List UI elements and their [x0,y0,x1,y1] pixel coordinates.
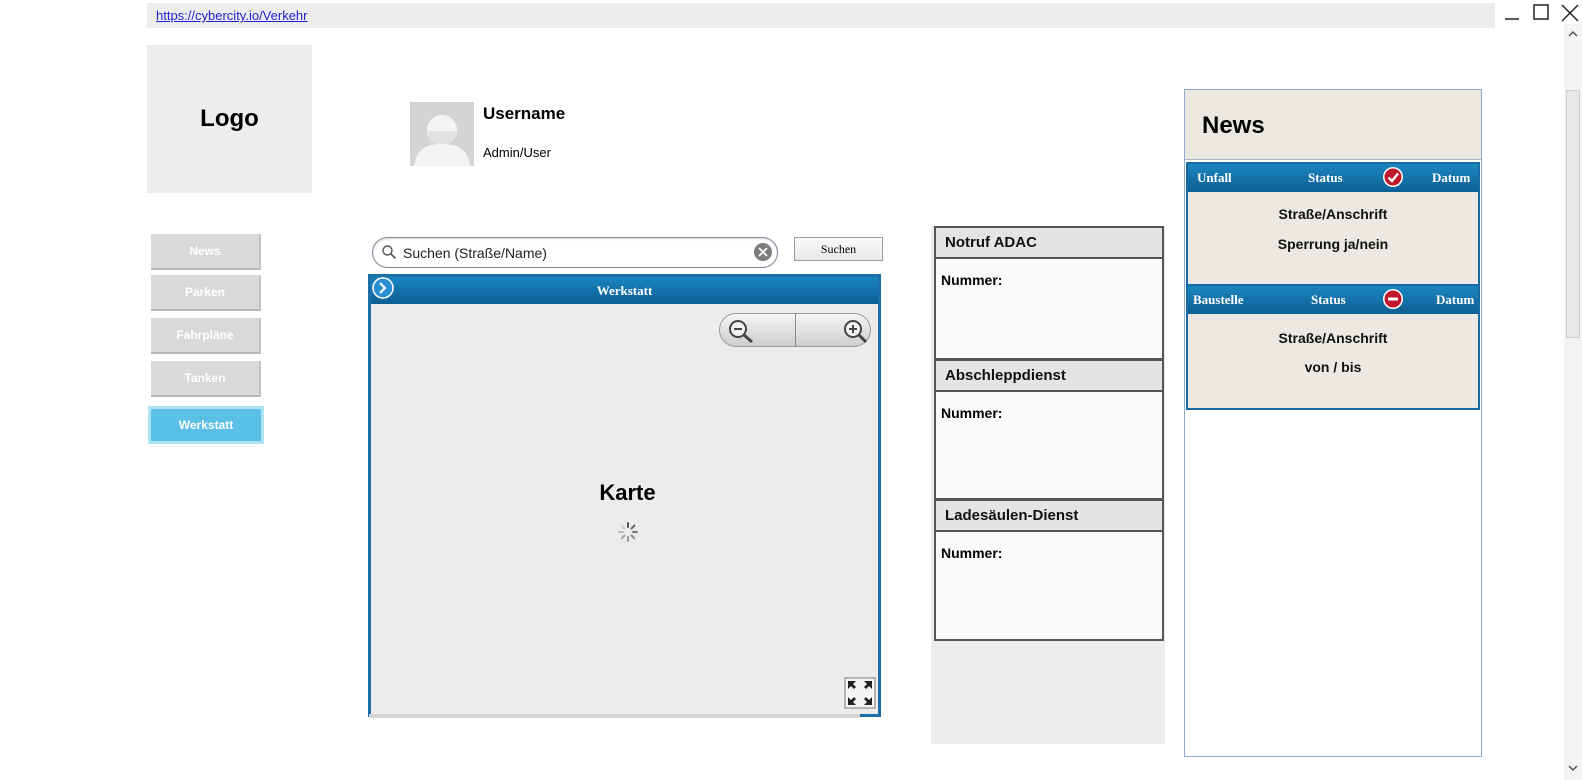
check-circle-icon [1383,167,1403,187]
scroll-up-icon[interactable] [1565,26,1581,42]
map-header: Werkstatt [371,277,878,304]
scroll-down-icon[interactable] [1565,760,1581,776]
emergency-ladesaeulen-number-label: Nummer: [941,545,1003,561]
news-card[interactable]: Unfall Status Datum Straße/Anschrift Spe… [1186,162,1480,286]
news-card-line: von / bis [1304,359,1362,375]
emergency-ladesaeulen: Ladesäulen-Dienst Nummer: [934,499,1164,641]
emergency-abschleppdienst: Abschleppdienst Nummer: [934,359,1164,500]
news-title: News [1202,112,1265,139]
nav-tanken-button[interactable]: Tanken [151,361,261,397]
zoom-divider [795,314,796,346]
fullscreen-icon[interactable] [844,677,876,709]
avatar [410,102,474,166]
minimize-icon[interactable] [1502,2,1524,24]
emergency-adac: Notruf ADAC Nummer: [934,226,1164,360]
search-button[interactable]: Suchen [794,237,883,261]
maximize-icon[interactable] [1531,2,1553,24]
nav-parken-button[interactable]: Parken [151,275,261,311]
news-card-status-label: Status [1308,170,1343,185]
news-card-line: Straße/Anschrift [1278,330,1388,346]
news-card-date-label: Datum [1436,292,1475,307]
url-link[interactable]: https://cybercity.io/Verkehr [156,8,308,23]
emergency-abschleppdienst-title: Abschleppdienst [936,361,1162,392]
logo-label: Logo [200,105,259,132]
nav-news-button[interactable]: News [151,234,261,270]
search-placeholder: Suchen (Straße/Name) [403,245,547,261]
close-icon[interactable] [1559,2,1581,24]
emergency-abschleppdienst-number-label: Nummer: [941,405,1003,421]
news-card[interactable]: Baustelle Status Datum Straße/Anschrift … [1186,284,1480,410]
news-card-line: Straße/Anschrift [1278,206,1388,222]
url-bar[interactable]: https://cybercity.io/Verkehr [147,3,1495,28]
emergency-ladesaeulen-title: Ladesäulen-Dienst [936,501,1162,532]
news-card-type: Unfall [1197,170,1232,185]
map-footer-bar [369,714,860,718]
chevron-right-icon[interactable] [372,277,394,299]
loading-spinner-icon [618,522,638,542]
zoom-in-icon[interactable] [840,318,868,344]
username: Username [483,104,566,123]
news-card-status-label: Status [1311,292,1346,307]
news-card-type: Baustelle [1193,292,1244,307]
nav-fahrplaene-button[interactable]: Fahrpläne [151,318,261,354]
nav-werkstatt-button[interactable]: Werkstatt [148,406,264,444]
search-icon [382,245,397,260]
map-title: Karte [599,480,656,505]
scrollbar-thumb[interactable] [1566,90,1580,338]
clear-icon[interactable] [753,242,773,262]
emergency-adac-title: Notruf ADAC [936,228,1162,259]
minus-circle-icon [1383,289,1403,309]
news-card-line: Sperrung ja/nein [1277,236,1389,252]
user-avatar-icon [410,102,474,166]
news-card-header: Baustelle Status Datum [1188,286,1478,314]
emergency-adac-number-label: Nummer: [941,272,1003,288]
zoom-out-icon[interactable] [727,318,755,344]
logo: Logo [147,45,312,193]
user-role: Admin/User [483,145,551,160]
news-card-header: Unfall Status Datum [1188,164,1478,192]
news-card-date-label: Datum [1432,170,1471,185]
